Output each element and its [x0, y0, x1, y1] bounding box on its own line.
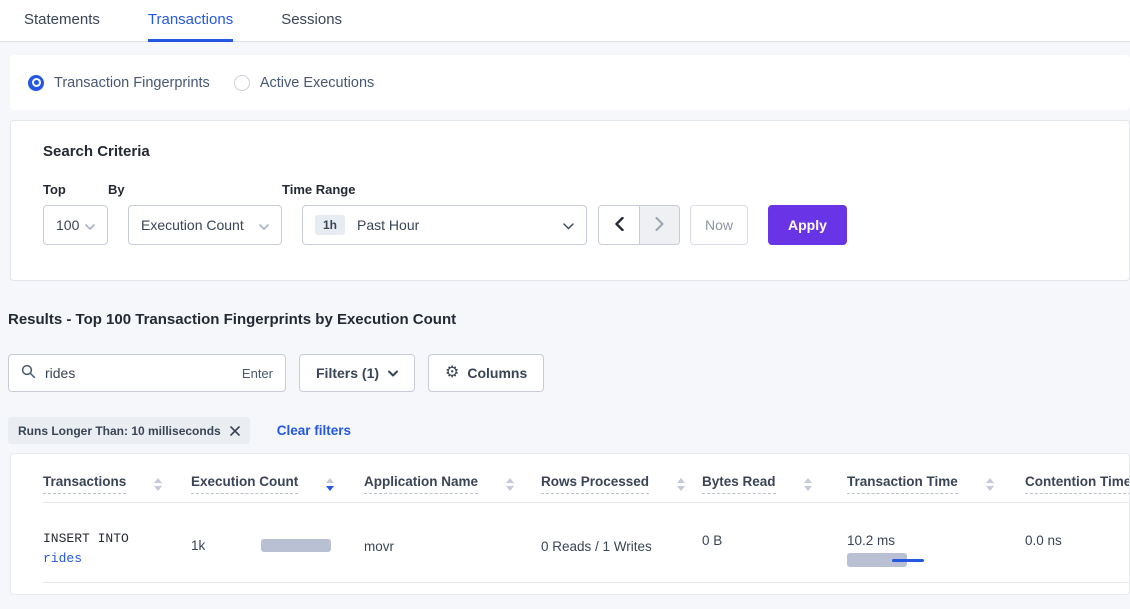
radio-label: Transaction Fingerprints [54, 75, 210, 91]
table-header-row: Transactions Execution Count Application… [43, 454, 1129, 503]
page-tabs: Statements Transactions Sessions [0, 0, 1130, 42]
search-input[interactable] [45, 365, 242, 381]
filters-button-label: Filters (1) [316, 365, 379, 381]
results-table-card: Transactions Execution Count Application… [10, 453, 1130, 595]
chevron-down-icon [563, 217, 574, 233]
next-time-range-button[interactable] [639, 206, 679, 244]
sort-icon[interactable] [677, 478, 685, 491]
by-select[interactable]: Execution Count [128, 205, 282, 245]
time-range-badge: 1h [315, 215, 345, 235]
results-controls: Enter Filters (1) ⚙︎ Columns [8, 354, 1130, 392]
active-filters-row: Runs Longer Than: 10 milliseconds Clear … [8, 417, 1130, 444]
contention-time-cell: 0.0 ns [1025, 529, 1062, 582]
application-name-cell: movr [364, 529, 541, 582]
execution-count-value: 1k [191, 538, 205, 553]
time-range-value: Past Hour [357, 217, 419, 233]
time-range-field: Time Range 1h Past Hour [282, 182, 587, 245]
top-label: Top [43, 182, 108, 197]
top-select[interactable]: 100 [43, 205, 108, 245]
sort-icon[interactable] [154, 478, 162, 491]
sort-desc-icon[interactable] [326, 478, 334, 491]
column-header-contention-time[interactable]: Contention Time [1025, 474, 1129, 494]
column-header-execution-count[interactable]: Execution Count [191, 474, 364, 494]
results-search-box[interactable]: Enter [8, 354, 286, 392]
chevron-left-icon [615, 217, 624, 234]
execution-count-bar [261, 539, 331, 552]
time-range-label: Time Range [282, 182, 587, 197]
radio-unselected-icon [234, 75, 250, 91]
tab-statements[interactable]: Statements [24, 0, 100, 42]
by-field: By Execution Count [108, 182, 282, 245]
bytes-read-cell: 0 B [702, 529, 847, 582]
rows-processed-value: 0 Reads / 1 Writes [541, 539, 702, 554]
top-value: 100 [56, 217, 79, 233]
now-button[interactable]: Now [690, 205, 748, 245]
column-header-rows-processed[interactable]: Rows Processed [541, 474, 702, 494]
gear-icon: ⚙︎ [445, 365, 459, 381]
filters-button[interactable]: Filters (1) [299, 354, 415, 392]
chevron-right-icon [655, 217, 664, 234]
column-header-transaction-time[interactable]: Transaction Time [847, 474, 1025, 494]
previous-time-range-button[interactable] [599, 206, 639, 244]
search-criteria-card: Search Criteria Top 100 By Execution Cou… [10, 120, 1130, 281]
view-mode-card: Transaction Fingerprints Active Executio… [10, 55, 1130, 110]
transaction-time-bar [847, 553, 925, 567]
column-header-application-name[interactable]: Application Name [364, 474, 541, 494]
chevron-down-icon [388, 370, 398, 377]
sort-icon[interactable] [804, 478, 812, 491]
transaction-time-stddev-marker [892, 559, 924, 562]
time-range-pager [598, 205, 680, 245]
by-label: By [108, 182, 282, 197]
contention-time-value: 0.0 ns [1025, 533, 1062, 548]
radio-label: Active Executions [260, 75, 374, 91]
search-criteria-title: Search Criteria [43, 143, 1129, 160]
chevron-down-icon [85, 217, 95, 233]
radio-transaction-fingerprints[interactable]: Transaction Fingerprints [28, 75, 210, 91]
clear-filters-link[interactable]: Clear filters [277, 423, 351, 438]
transaction-time-value: 10.2 ms [847, 533, 1025, 548]
remove-filter-icon[interactable] [230, 426, 240, 436]
time-range-select[interactable]: 1h Past Hour [302, 205, 587, 245]
results-heading: Results - Top 100 Transaction Fingerprin… [8, 311, 1130, 328]
transaction-fingerprint-cell: INSERT INTO rides [43, 529, 191, 582]
filter-chip-label: Runs Longer Than: 10 milliseconds [18, 424, 221, 438]
chevron-down-icon [259, 217, 269, 233]
transaction-time-cell: 10.2 ms [847, 529, 1025, 582]
search-icon [21, 364, 36, 382]
radio-selected-icon [28, 75, 44, 91]
radio-active-executions[interactable]: Active Executions [234, 75, 374, 91]
columns-button[interactable]: ⚙︎ Columns [428, 354, 544, 392]
enter-hint: Enter [242, 366, 273, 381]
application-name-value: movr [364, 539, 541, 554]
bytes-read-value: 0 B [702, 533, 847, 548]
columns-button-label: Columns [467, 365, 527, 381]
sort-icon[interactable] [506, 478, 514, 491]
tab-sessions[interactable]: Sessions [281, 0, 342, 42]
top-field: Top 100 [43, 182, 108, 245]
table-row: INSERT INTO rides 1k movr 0 Reads / 1 Wr… [43, 503, 1129, 583]
transaction-link[interactable]: rides [43, 549, 82, 569]
column-header-transactions[interactable]: Transactions [43, 474, 191, 494]
sort-icon[interactable] [986, 478, 994, 491]
execution-count-cell: 1k [191, 529, 364, 582]
column-header-bytes-read[interactable]: Bytes Read [702, 474, 847, 494]
statement-text: INSERT INTO [43, 531, 129, 546]
filter-chip: Runs Longer Than: 10 milliseconds [8, 417, 250, 444]
tab-transactions[interactable]: Transactions [148, 0, 233, 42]
rows-processed-cell: 0 Reads / 1 Writes [541, 529, 702, 582]
by-value: Execution Count [141, 217, 244, 233]
apply-button[interactable]: Apply [768, 205, 847, 245]
